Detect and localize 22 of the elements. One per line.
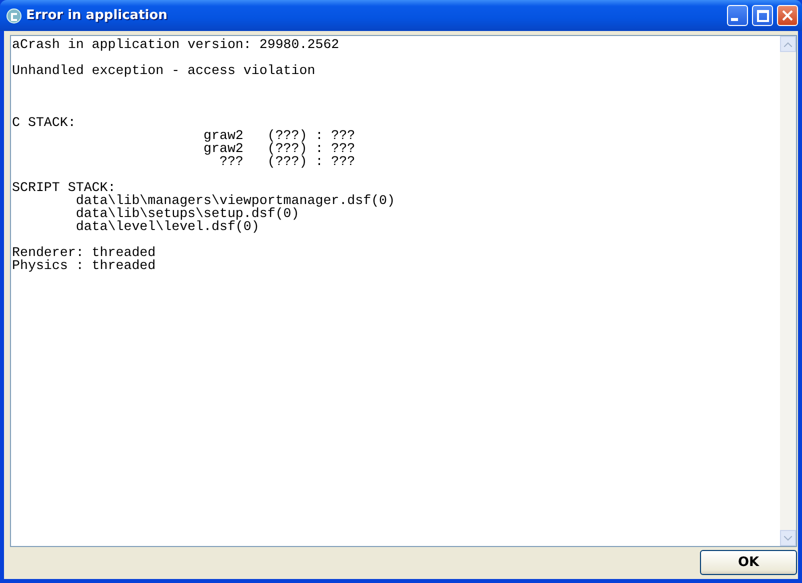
maximize-button[interactable] [752, 5, 773, 26]
log-line: graw2 (???) : ??? [202, 142, 356, 155]
log-line: Unhandled exception - access violation [12, 64, 316, 77]
log-line: data\lib\setups\setup.dsf(0) [74, 207, 300, 220]
minimize-button[interactable] [727, 5, 748, 26]
app-icon [6, 8, 22, 24]
maximize-icon [756, 10, 768, 22]
close-button[interactable] [777, 5, 798, 26]
ok-button[interactable]: OK [700, 550, 797, 575]
scrollbar[interactable] [780, 36, 796, 546]
minimize-icon [730, 18, 738, 21]
log-line: Renderer: threaded [12, 246, 157, 259]
log-line: data\lib\managers\viewportmanager.dsf(0) [74, 194, 396, 207]
window-title: Error in application [26, 8, 168, 23]
log-line: SCRIPT STACK: [12, 181, 116, 194]
close-icon [782, 10, 793, 21]
log-line: Physics : threaded [12, 259, 157, 272]
log-line: C STACK: [12, 116, 77, 129]
log-line: data\level\level.dsf(0) [74, 220, 260, 233]
log-line: aCrash in application version: 29980.2562 [12, 38, 340, 51]
log-line: graw2 (???) : ??? [202, 129, 356, 142]
log-line: ??? (???) : ??? [219, 155, 356, 168]
